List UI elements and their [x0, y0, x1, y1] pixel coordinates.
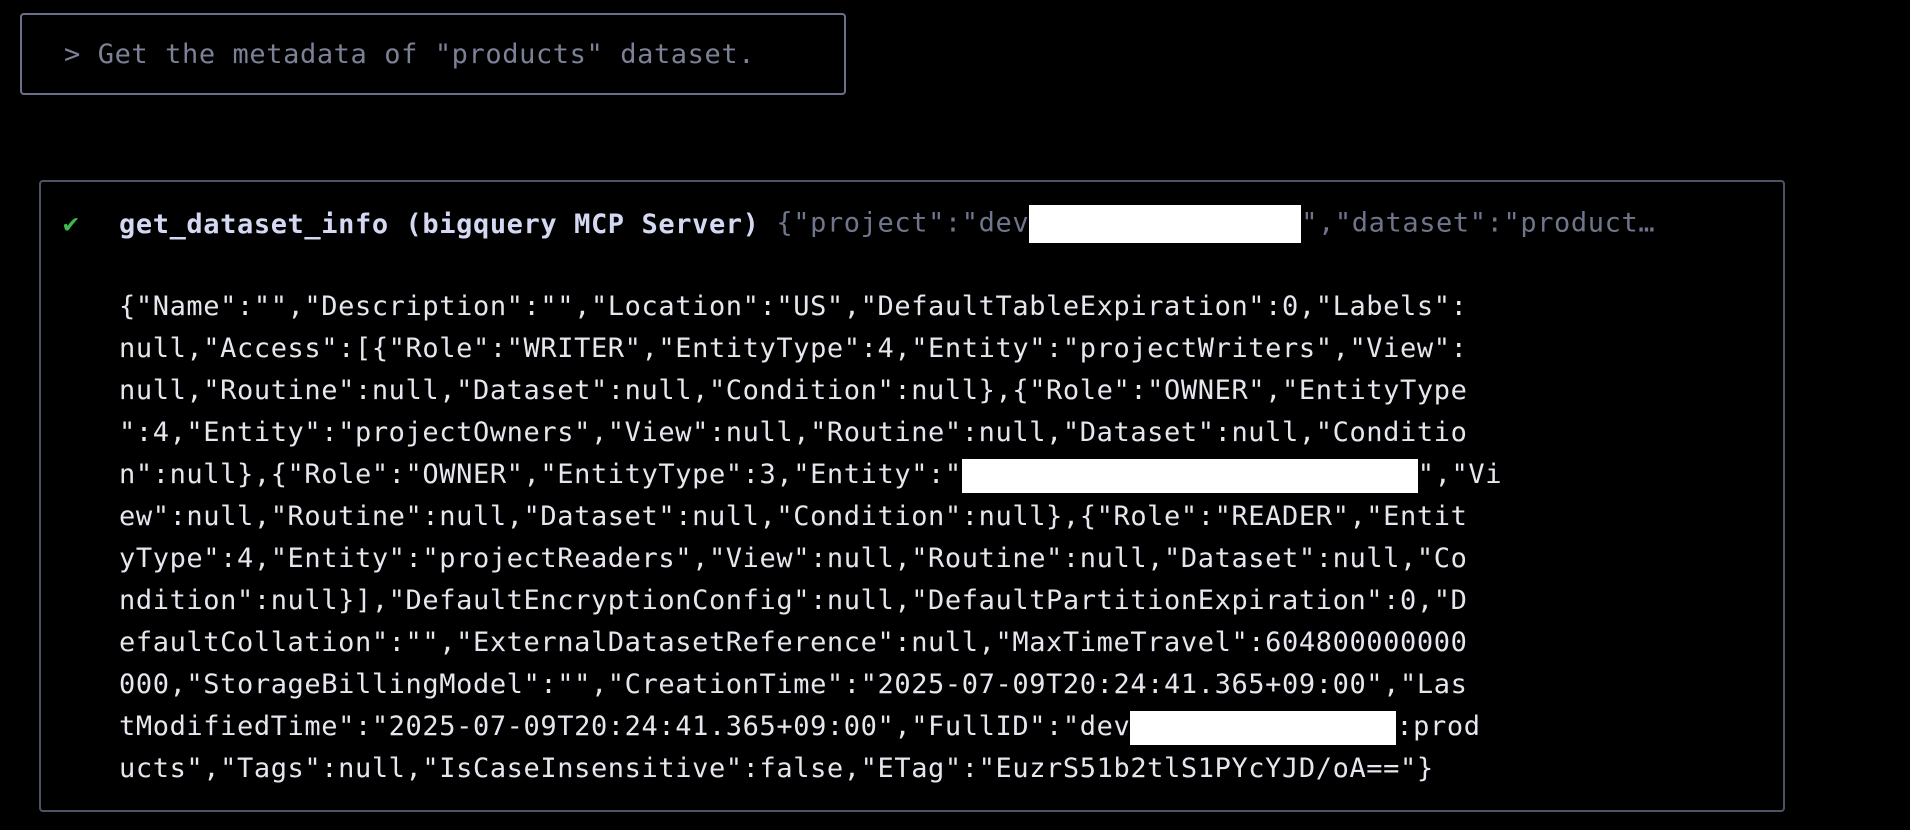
output-line: ":4,"Entity":"projectOwners","View":null…	[119, 417, 1468, 448]
output-line: n":null},{"Role":"OWNER","EntityType":3,…	[119, 454, 1599, 496]
output-line: null,"Routine":null,"Dataset":null,"Cond…	[119, 375, 1468, 406]
output-line: tModifiedTime":"2025-07-09T20:24:41.365+…	[119, 706, 1599, 748]
output-line: ucts","Tags":null,"IsCaseInsensitive":fa…	[119, 753, 1434, 784]
check-icon: ✔	[63, 209, 80, 239]
user-prompt-text: > Get the metadata of "products" dataset…	[64, 38, 756, 70]
output-segment: :prod	[1396, 711, 1481, 742]
redacted-block	[961, 458, 1418, 493]
output-segment: ","Vi	[1417, 459, 1503, 490]
output-line: ew":null,"Routine":null,"Dataset":null,"…	[119, 501, 1468, 532]
tool-args: {"project":"dev ","dataset":"product…	[760, 205, 1656, 243]
output-line: null,"Access":[{"Role":"WRITER","EntityT…	[119, 333, 1468, 364]
output-segment: n":null},{"Role":"OWNER","EntityType":3,…	[119, 459, 962, 490]
output-line: yType":4,"Entity":"projectReaders","View…	[119, 543, 1468, 574]
redacted-block	[1029, 205, 1302, 243]
output-line: 000,"StorageBillingModel":"","CreationTi…	[119, 669, 1468, 700]
tool-output: {"Name":"","Description":"","Location":"…	[119, 286, 1599, 790]
output-line: ndition":null}],"DefaultEncryptionConfig…	[119, 585, 1468, 616]
output-segment: tModifiedTime":"2025-07-09T20:24:41.365+…	[119, 711, 1131, 742]
tool-args-end: ","dataset":"product…	[1301, 207, 1656, 239]
tool-call-panel: ✔ get_dataset_info (bigquery MCP Server)…	[39, 180, 1785, 812]
tool-name: get_dataset_info (bigquery MCP Server)	[119, 208, 760, 240]
tool-call-header[interactable]: ✔ get_dataset_info (bigquery MCP Server)…	[63, 204, 1655, 244]
tool-args-start: {"project":"dev	[776, 207, 1030, 239]
output-line: {"Name":"","Description":"","Location":"…	[119, 291, 1468, 322]
user-prompt-box: > Get the metadata of "products" dataset…	[20, 13, 846, 95]
output-line: efaultCollation":"","ExternalDatasetRefe…	[119, 627, 1468, 658]
redacted-block	[1130, 710, 1397, 745]
